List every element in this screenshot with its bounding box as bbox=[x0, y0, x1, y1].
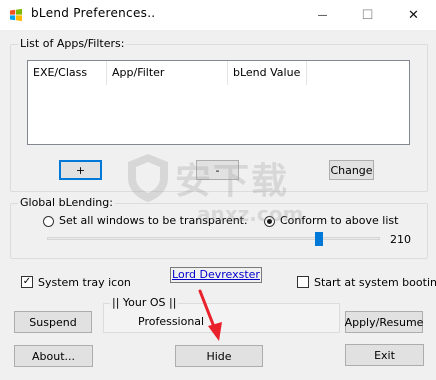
startup-label: Start at system booting. bbox=[314, 276, 436, 289]
radio-conform-list[interactable] bbox=[264, 216, 275, 227]
column-header-exe-class[interactable]: EXE/Class bbox=[28, 61, 107, 85]
author-link-box: Lord Devrexster bbox=[170, 267, 262, 283]
windows-logo-icon bbox=[10, 8, 22, 22]
radio-all-windows-label: Set all windows to be transparent. bbox=[59, 214, 248, 227]
apply-resume-button[interactable]: Apply/Resume bbox=[345, 311, 423, 333]
hide-button[interactable]: Hide bbox=[175, 345, 263, 367]
add-filter-button[interactable]: + bbox=[59, 160, 102, 180]
os-panel-label: || Your OS || bbox=[110, 296, 179, 309]
global-blending-group-label: Global bLending: bbox=[18, 196, 115, 209]
suspend-button[interactable]: Suspend bbox=[14, 311, 92, 333]
window-title: bLend Preferences.. bbox=[31, 6, 156, 20]
close-icon: ✕ bbox=[408, 7, 419, 23]
apps-filters-list[interactable]: EXE/Class App/Filter bLend Value bbox=[27, 60, 410, 145]
global-blending-group bbox=[10, 203, 428, 259]
radio-conform-list-label: Conform to above list bbox=[280, 214, 399, 227]
title-bar: bLend Preferences.. — ☐ ✕ bbox=[0, 0, 436, 30]
annotation-arrow-icon bbox=[198, 289, 222, 341]
exit-button[interactable]: Exit bbox=[345, 344, 424, 366]
preferences-window: bLend Preferences.. — ☐ ✕ List of Apps/F… bbox=[0, 0, 436, 380]
minimize-button[interactable]: — bbox=[300, 0, 345, 30]
checkmark-icon: ✓ bbox=[22, 276, 32, 287]
startup-checkbox[interactable] bbox=[297, 276, 309, 288]
about-button[interactable]: About... bbox=[14, 345, 93, 367]
maximize-button[interactable]: ☐ bbox=[345, 0, 390, 30]
tray-icon-checkbox[interactable]: ✓ bbox=[21, 276, 33, 288]
apps-filters-group-label: List of Apps/Filters: bbox=[18, 37, 127, 50]
minimize-icon: — bbox=[317, 9, 328, 21]
blend-value-readout: 210 bbox=[390, 233, 411, 246]
blend-slider-track[interactable] bbox=[47, 237, 380, 240]
maximize-icon: ☐ bbox=[361, 7, 374, 23]
tray-icon-label: System tray icon bbox=[38, 276, 131, 289]
radio-all-windows[interactable] bbox=[43, 216, 54, 227]
column-header-blend-value[interactable]: bLend Value bbox=[228, 61, 307, 85]
close-button[interactable]: ✕ bbox=[391, 0, 436, 30]
author-link[interactable]: Lord Devrexster bbox=[172, 268, 260, 281]
blend-slider-thumb[interactable] bbox=[315, 232, 323, 246]
change-filter-button[interactable]: Change bbox=[329, 160, 374, 180]
remove-filter-button[interactable]: - bbox=[196, 160, 239, 180]
column-header-app-filter[interactable]: App/Filter bbox=[107, 61, 228, 85]
